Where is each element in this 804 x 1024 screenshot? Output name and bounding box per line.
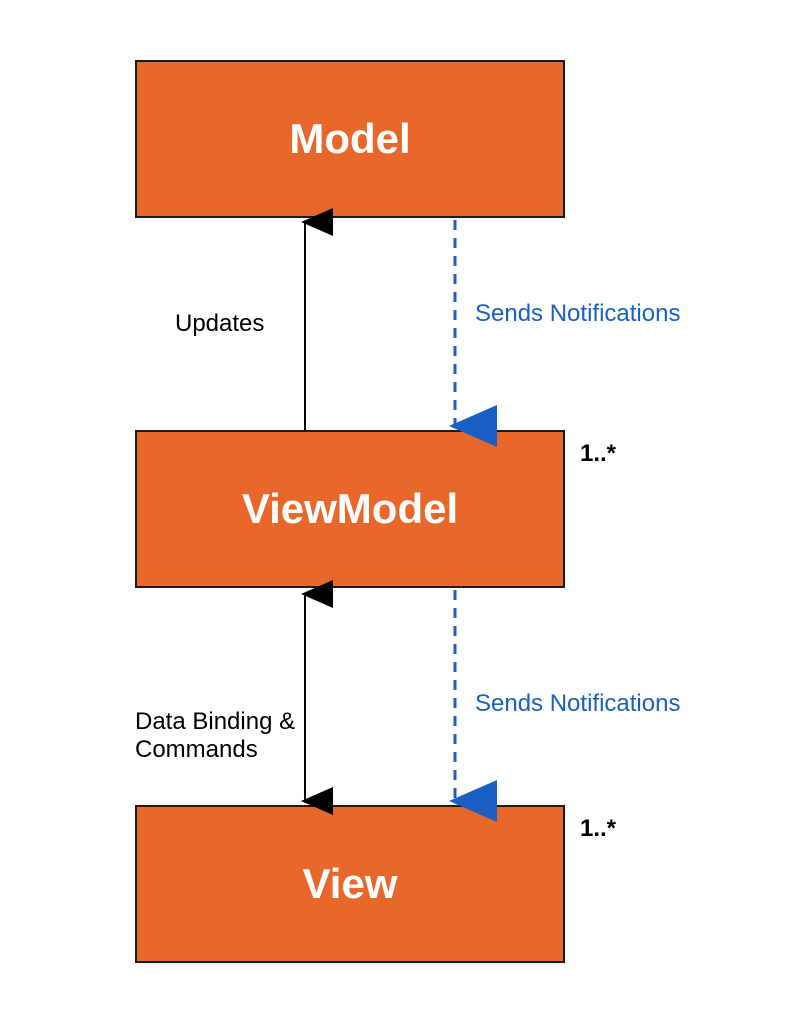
box-viewmodel: ViewModel	[135, 430, 565, 588]
box-model-label: Model	[289, 115, 410, 163]
box-view: View	[135, 805, 565, 963]
label-notifications2: Sends Notifications	[475, 690, 680, 718]
arrow-notifications1	[445, 218, 465, 432]
label-updates: Updates	[175, 310, 264, 338]
arrow-databinding	[295, 588, 315, 807]
box-view-label: View	[303, 860, 398, 908]
label-notifications1: Sends Notifications	[475, 300, 680, 328]
box-viewmodel-label: ViewModel	[242, 485, 458, 533]
arrow-notifications2	[445, 588, 465, 807]
arrow-updates	[295, 218, 315, 432]
multiplicity-view: 1..*	[580, 815, 616, 843]
multiplicity-viewmodel: 1..*	[580, 440, 616, 468]
label-databinding: Data Binding & Commands	[135, 680, 295, 764]
box-model: Model	[135, 60, 565, 218]
